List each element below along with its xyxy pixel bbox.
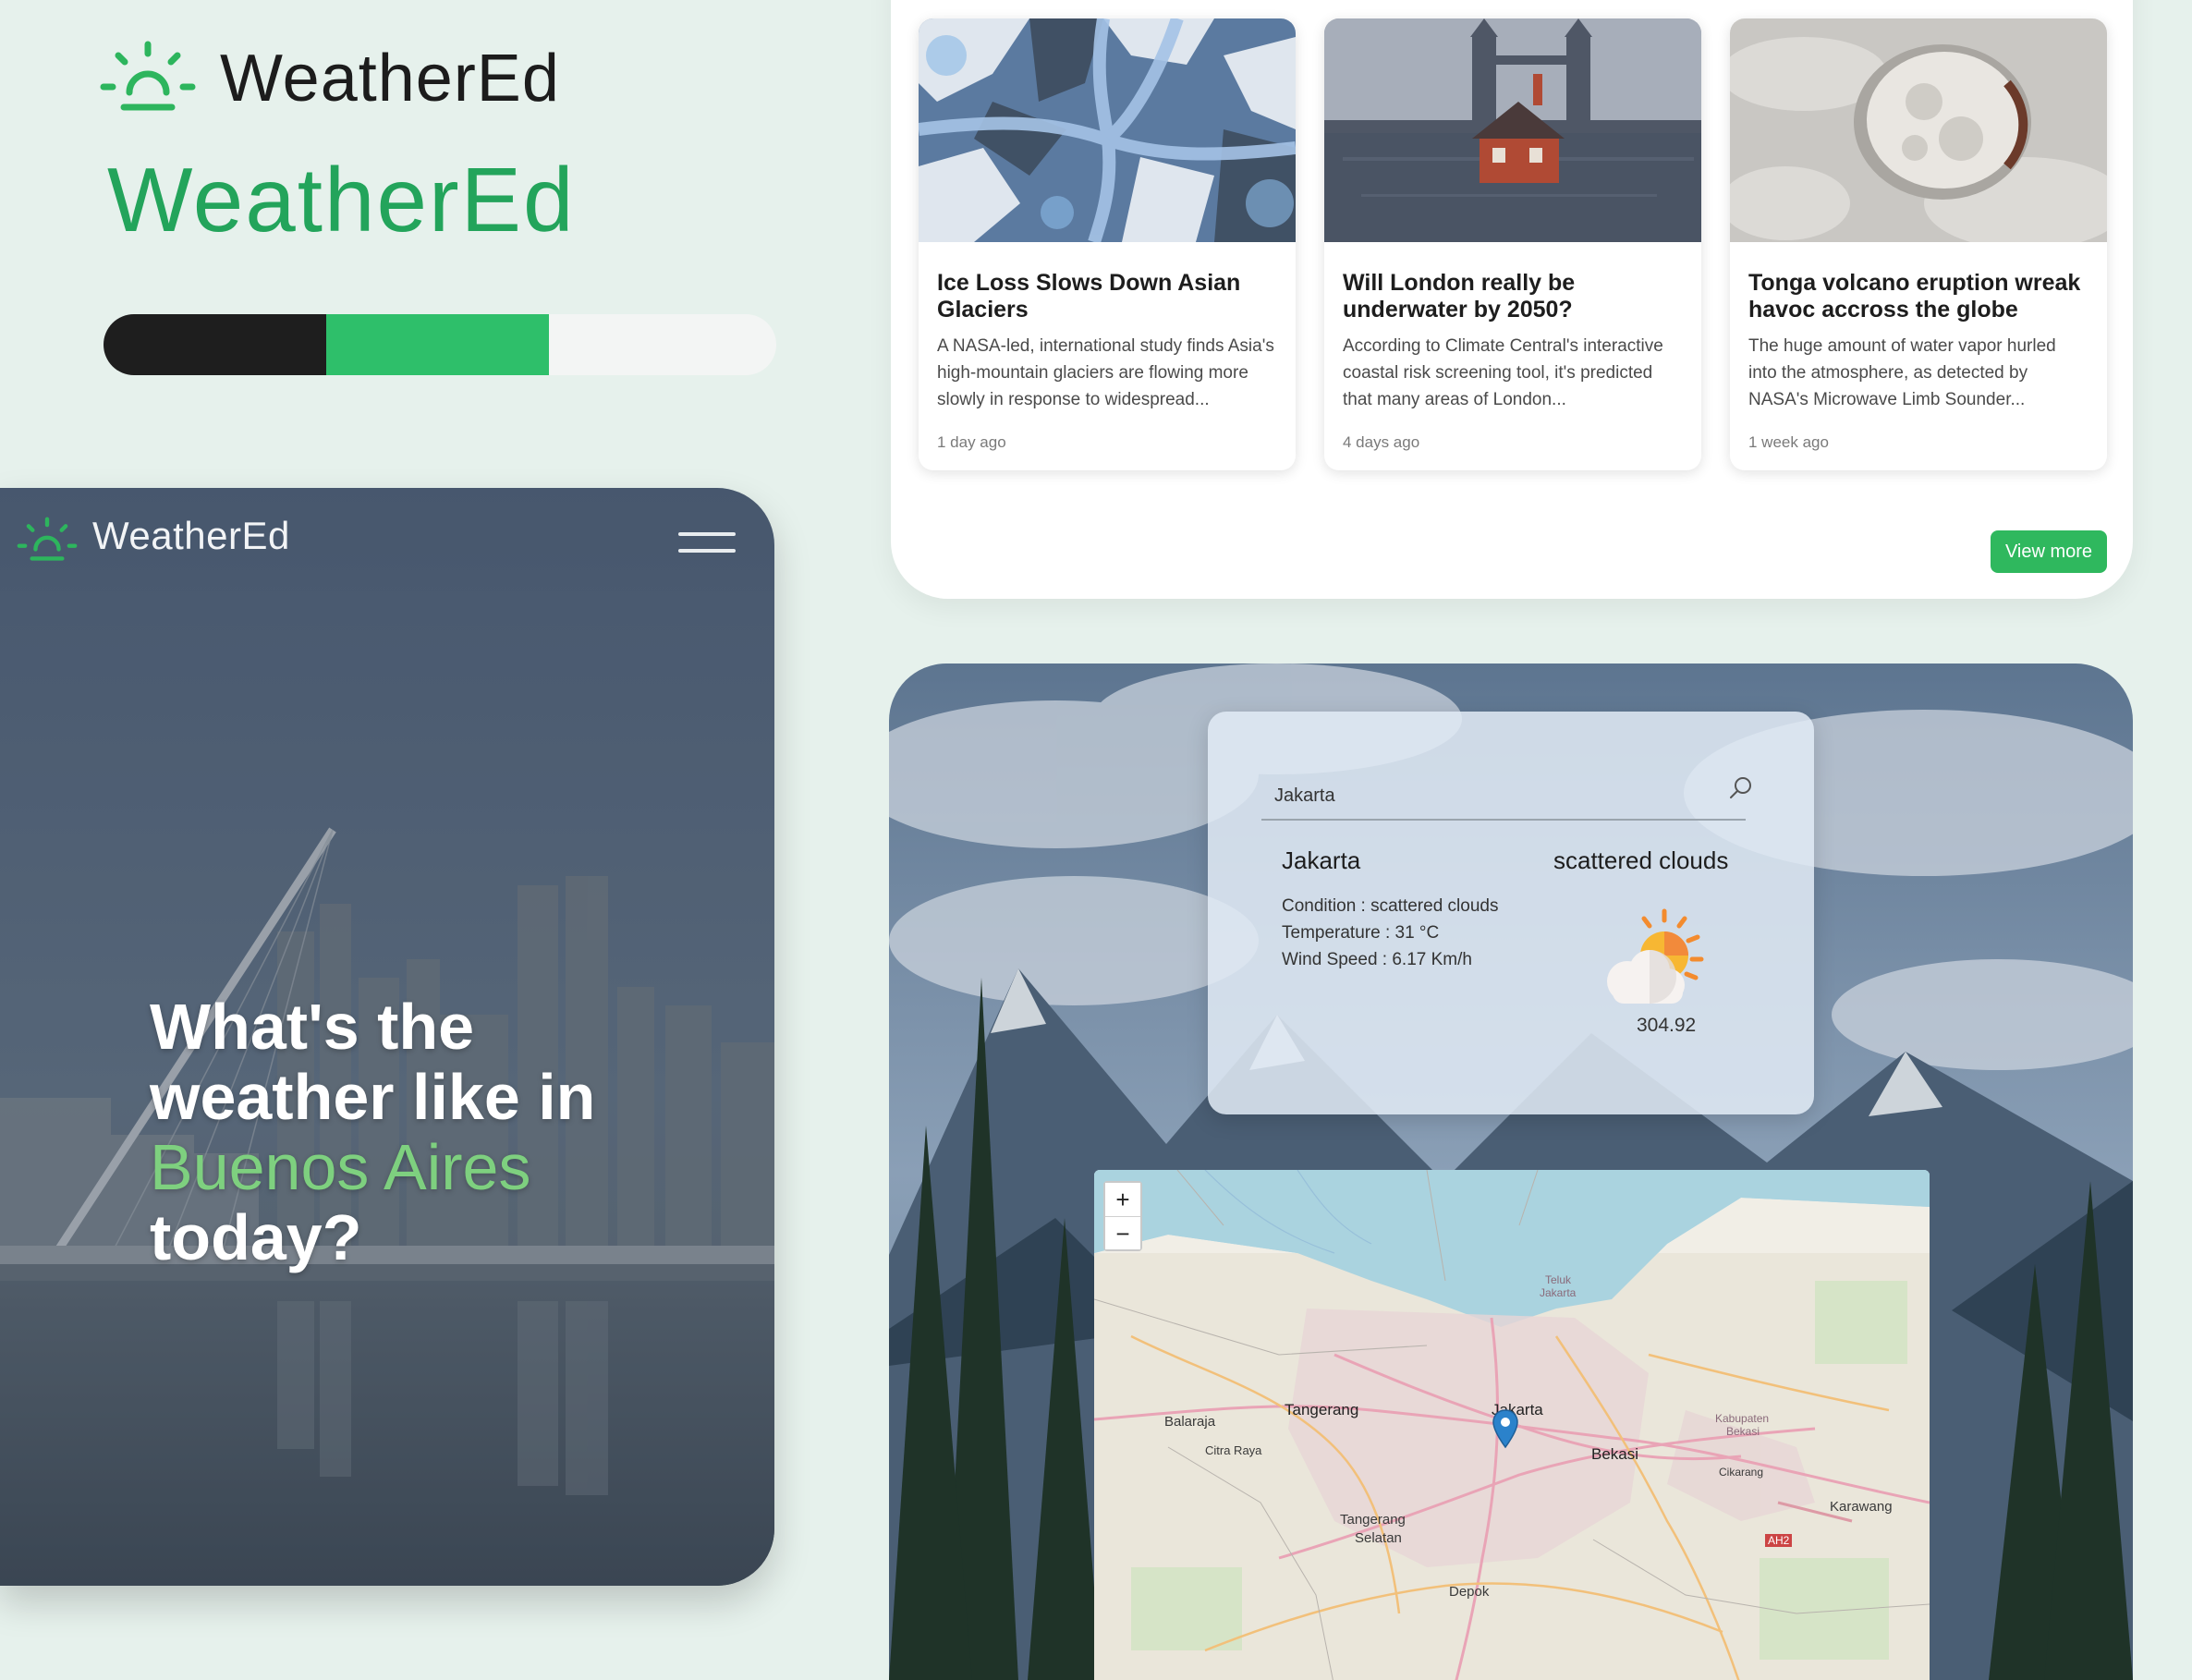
- weather-app-panel: Jakarta scattered clouds Condition : sca…: [889, 663, 2133, 1680]
- headline-line: What's the: [150, 991, 475, 1063]
- news-title[interactable]: Ice Loss Slows Down Asian Glaciers: [937, 270, 1277, 323]
- news-card[interactable]: Tonga volcano eruption wreak havoc accro…: [1730, 18, 2107, 470]
- hero-headline: What's the weather like in Buenos Aires …: [150, 992, 667, 1272]
- weather-description: scattered clouds: [1553, 846, 1729, 874]
- news-summary: The huge amount of water vapor hurled in…: [1748, 336, 2056, 409]
- hamburger-icon[interactable]: [678, 525, 736, 556]
- map-label-depok: Depok: [1449, 1584, 1490, 1600]
- weather-card: Jakarta scattered clouds Condition : sca…: [1208, 712, 1814, 1114]
- brand-color-bar: [104, 314, 776, 375]
- view-more-button[interactable]: View more: [1991, 530, 2107, 573]
- temperature-value: 304.92: [1637, 1015, 1697, 1036]
- news-card[interactable]: Ice Loss Slows Down Asian Glaciers A NAS…: [919, 18, 1296, 470]
- news-timestamp: 4 days ago: [1343, 433, 1420, 451]
- map-label-kabupaten: Kabupaten: [1715, 1412, 1770, 1425]
- map-label-tangerang-selatan: Tangerang: [1340, 1512, 1406, 1528]
- wind-speed-text: Wind Speed : 6.17 Km/h: [1282, 950, 1472, 969]
- temperature-text: Temperature : 31 °C: [1282, 923, 1440, 943]
- map-label-tangerang: Tangerang: [1285, 1401, 1359, 1418]
- zoom-out-button[interactable]: −: [1105, 1216, 1140, 1249]
- news-timestamp: 1 day ago: [937, 433, 1006, 451]
- map-label-balaraja: Balaraja: [1164, 1414, 1216, 1430]
- glacier-thumbnail: [919, 18, 1296, 242]
- news-card[interactable]: Will London really be underwater by 2050…: [1324, 18, 1701, 470]
- weather-city: Jakarta: [1282, 846, 1361, 874]
- map-label-kabupaten-bekasi: Bekasi: [1726, 1425, 1760, 1438]
- brand-logo-row: WeatherEd: [100, 39, 560, 118]
- news-title[interactable]: Will London really be underwater by 2050…: [1343, 270, 1683, 323]
- map-label-teluk: Teluk: [1545, 1273, 1572, 1286]
- map-label-selatan: Selatan: [1355, 1530, 1402, 1546]
- news-summary: A NASA-led, international study finds As…: [937, 336, 1274, 409]
- location-marker-icon[interactable]: [1492, 1408, 1519, 1449]
- brand-wordmark-green: WeatherEd: [107, 149, 576, 250]
- search-bar: [1261, 773, 1746, 821]
- map-label-karawang: Karawang: [1830, 1499, 1893, 1515]
- volcano-eruption-thumbnail: [1730, 18, 2107, 242]
- condition-text: Condition : scattered clouds: [1282, 896, 1499, 916]
- headline-line: today?: [150, 1201, 362, 1273]
- news-timestamp: 1 week ago: [1748, 433, 1829, 451]
- map-label-citra-raya: Citra Raya: [1205, 1443, 1262, 1457]
- nav-brand-name[interactable]: WeatherEd: [92, 514, 290, 558]
- news-panel: Ice Loss Slows Down Asian Glaciers A NAS…: [891, 0, 2133, 599]
- weather-details: Condition : scattered clouds Temperature…: [1282, 893, 1504, 973]
- search-icon[interactable]: [1727, 774, 1755, 802]
- search-input[interactable]: [1273, 776, 1701, 815]
- news-title[interactable]: Tonga volcano eruption wreak havoc accro…: [1748, 270, 2088, 323]
- map-label-teluk-jakarta: Jakarta: [1540, 1286, 1577, 1299]
- headline-city: Buenos Aires: [150, 1131, 531, 1203]
- flooded-london-thumbnail: [1324, 18, 1701, 242]
- mobile-hero-card: WeatherEd What's the weather like in Bue…: [0, 488, 774, 1586]
- map-label-ah2: AH2: [1765, 1534, 1793, 1547]
- color-swatch-dark: [104, 314, 326, 375]
- brand-wordmark: WeatherEd: [220, 42, 560, 116]
- map-label-bekasi: Bekasi: [1591, 1445, 1639, 1463]
- sunrise-logo-icon: [100, 41, 196, 111]
- mobile-navbar: WeatherEd: [0, 488, 774, 590]
- news-summary: According to Climate Central's interacti…: [1343, 336, 1663, 409]
- city-map[interactable]: + − Teluk Jakarta Tangerang Jakarta Beka…: [1094, 1170, 1930, 1680]
- color-swatch-green: [326, 314, 549, 375]
- sunrise-logo-icon: [17, 517, 78, 561]
- zoom-controls: + −: [1103, 1181, 1142, 1251]
- zoom-in-button[interactable]: +: [1105, 1183, 1140, 1216]
- map-label-cikarang: Cikarang: [1719, 1466, 1764, 1479]
- headline-line: weather like in: [150, 1061, 596, 1133]
- partly-cloudy-icon: [1607, 908, 1704, 1004]
